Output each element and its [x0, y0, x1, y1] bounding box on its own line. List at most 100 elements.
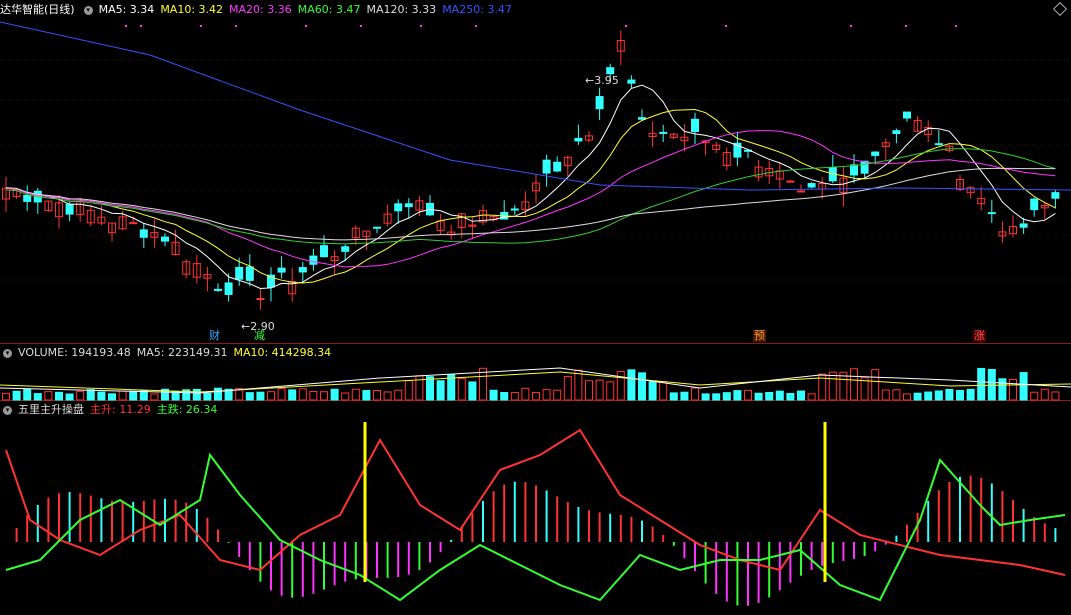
candle-body: [510, 208, 519, 211]
volume-bar: [680, 391, 689, 401]
volume-bar: [850, 368, 858, 401]
event-tag-cai[interactable]: 财: [208, 330, 221, 342]
ma250-line: [0, 21, 1071, 191]
signal-dot: [200, 25, 202, 27]
candle-body: [129, 222, 138, 225]
volume-bar: [118, 390, 127, 401]
price-high-label: ←3.95: [585, 74, 619, 87]
volume-bar: [267, 391, 275, 401]
candle-body: [320, 245, 328, 258]
volume-bar: [966, 388, 975, 401]
volume-bar: [669, 392, 678, 401]
volume-bar: [585, 380, 593, 401]
volume-bar: [510, 392, 519, 401]
volume-bar: [754, 392, 763, 401]
volume-bar: [913, 392, 922, 401]
volume-bar: [998, 378, 1007, 401]
candle-body: [892, 130, 901, 134]
signal-dot: [420, 25, 422, 27]
volume-bar: [500, 392, 509, 401]
signal-dot: [305, 25, 307, 27]
candle-body: [1019, 223, 1028, 228]
candle-body: [606, 67, 615, 75]
volume-bar: [341, 392, 350, 401]
volume-bar: [214, 387, 222, 401]
volume-bar: [563, 375, 572, 401]
volume-bar: [97, 391, 106, 401]
volume-bar: [44, 391, 53, 401]
volume-bar: [489, 389, 498, 401]
candle-body: [1030, 198, 1039, 211]
candle-body: [1051, 192, 1060, 199]
signal-dot: [475, 25, 477, 27]
volume-bar: [108, 393, 116, 401]
volume-bar: [129, 390, 138, 401]
volume-bar: [807, 393, 816, 401]
volume-bar: [1040, 388, 1049, 401]
volume-bar: [1019, 372, 1028, 401]
volume-bar: [2, 392, 10, 401]
candle-body: [394, 203, 403, 212]
volume-bar: [945, 388, 954, 401]
volume-bar: [277, 388, 286, 401]
volume-bar: [881, 389, 890, 401]
volume-bar: [871, 369, 880, 401]
volume-bar: [1030, 391, 1039, 401]
volume-bar: [457, 378, 466, 401]
volume-bar: [309, 391, 318, 401]
volume-bar: [553, 389, 562, 401]
candle-body: [860, 160, 869, 174]
volume-bar: [65, 393, 74, 401]
candle-body: [341, 246, 350, 252]
volume-bar: [532, 392, 540, 401]
volume-bar: [722, 392, 731, 401]
candle-body: [786, 180, 795, 183]
signal-dot: [850, 25, 852, 27]
volume-bar: [744, 389, 752, 401]
event-tag-jian[interactable]: 减: [253, 330, 266, 342]
kline-chart-canvas[interactable]: [0, 0, 1071, 615]
volume-bar: [542, 389, 551, 401]
volume-bar: [775, 390, 784, 401]
volume-bar: [765, 391, 774, 401]
volume-bar: [468, 381, 477, 401]
volume-bar: [203, 392, 212, 401]
candle-body: [595, 96, 604, 110]
volume-bar: [320, 391, 328, 401]
candle-body: [903, 111, 911, 119]
signal-dot: [725, 25, 727, 27]
volume-bar: [956, 390, 964, 401]
volume-bar: [924, 391, 933, 401]
volume-bar: [691, 387, 699, 401]
volume-bar: [298, 388, 307, 401]
volume-bar: [786, 392, 795, 401]
candle-body: [574, 137, 583, 142]
volume-bar: [76, 390, 85, 401]
candle-body: [277, 267, 286, 273]
signal-dot: [905, 25, 907, 27]
candle-body: [235, 266, 244, 280]
candle-body: [65, 203, 74, 215]
volume-ma5-line: [0, 367, 1071, 394]
candle-body: [797, 190, 805, 193]
candle-body: [934, 143, 943, 146]
volume-bar: [373, 389, 381, 401]
candle-body: [553, 161, 562, 172]
volume-bar: [1051, 391, 1060, 401]
volume-bar: [733, 390, 742, 401]
signal-dot: [360, 25, 362, 27]
candle-body: [871, 151, 880, 156]
ma20-line: [5, 130, 1056, 268]
event-tag-zhang[interactable]: 涨: [973, 330, 986, 342]
signal-dot: [140, 25, 142, 27]
volume-bar: [797, 390, 805, 401]
volume-bar: [659, 381, 668, 401]
volume-bar: [627, 369, 636, 401]
volume-bar: [574, 369, 583, 401]
volume-bar: [521, 387, 530, 401]
event-tag-yu[interactable]: 预: [753, 330, 766, 342]
signal-dot: [235, 25, 237, 27]
volume-bar: [12, 390, 21, 401]
volume-bar: [23, 388, 32, 401]
volume-bar: [828, 371, 837, 401]
